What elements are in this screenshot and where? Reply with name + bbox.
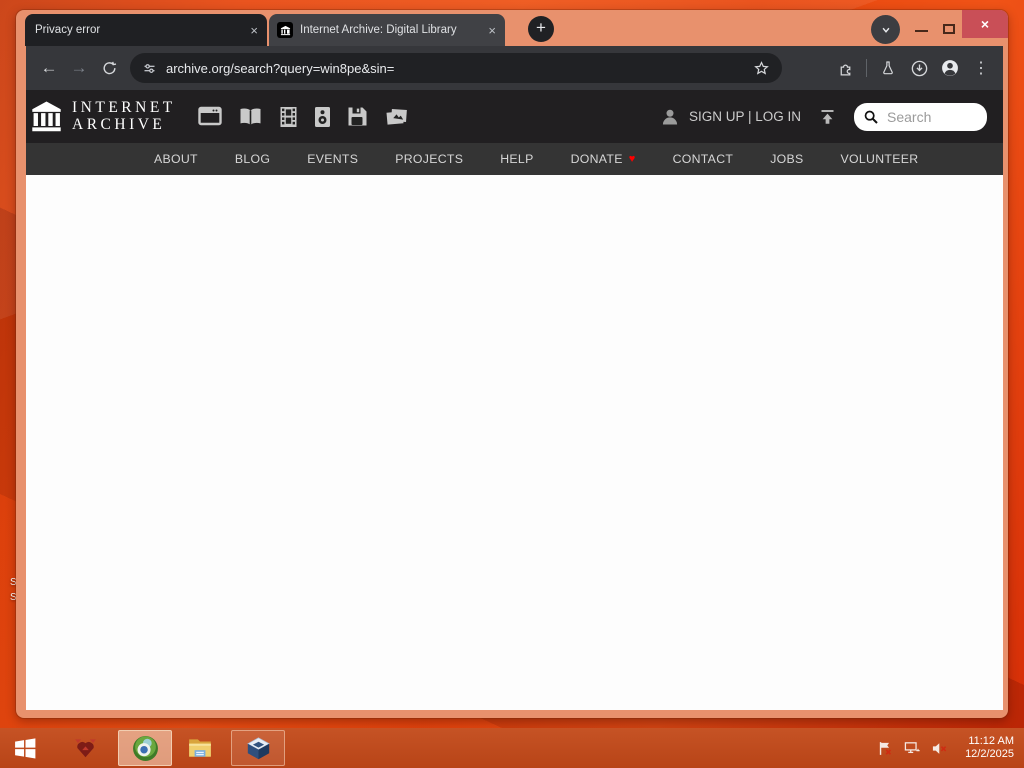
signup-login-link[interactable]: SIGN UP | LOG IN <box>689 109 801 124</box>
nav-help[interactable]: HELP <box>500 152 533 166</box>
tab-close-icon[interactable]: × <box>241 23 267 38</box>
download-icon <box>911 60 927 76</box>
reload-button[interactable] <box>94 53 124 83</box>
tab-strip: Privacy error × Internet Archive: Digita… <box>16 10 1008 46</box>
desktop-wallpaper: S S Privacy error × Internet Archive: Di… <box>0 0 1024 768</box>
nav-volunteer[interactable]: VOLUNTEER <box>841 152 919 166</box>
extensions-button[interactable] <box>831 54 859 82</box>
new-tab-button[interactable]: + <box>528 16 554 42</box>
clock-date: 12/2/2025 <box>965 748 1014 760</box>
heart-arrows-app-icon <box>74 739 96 758</box>
forward-button[interactable]: → <box>64 53 94 83</box>
network-icon[interactable] <box>903 740 922 757</box>
ia-media-types <box>198 106 409 128</box>
virtualbox-icon <box>246 736 270 759</box>
flask-icon <box>883 61 893 75</box>
address-bar[interactable]: archive.org/search?query=win8pe&sin= <box>130 53 782 83</box>
windows-logo-icon <box>14 737 35 758</box>
taskbar-virtualbox-button[interactable] <box>231 730 285 766</box>
reload-icon <box>102 61 116 74</box>
window-close-button[interactable]: × <box>962 10 1008 38</box>
nav-blog[interactable]: BLOG <box>235 152 270 166</box>
tab-internet-archive[interactable]: Internet Archive: Digital Library × <box>269 14 505 46</box>
taskbar-app-heart-arrows[interactable] <box>58 730 112 766</box>
nav-events[interactable]: EVENTS <box>307 152 358 166</box>
tab-privacy-error[interactable]: Privacy error × <box>25 14 267 46</box>
search-icon <box>864 110 878 124</box>
chrome-icon <box>132 735 158 761</box>
ia-logo[interactable]: INTERNET ARCHIVE <box>31 99 176 134</box>
tab-title: Internet Archive: Digital Library <box>300 24 457 36</box>
webpage-archive-org: INTERNET ARCHIVE SIGN UP | LOG IN Search… <box>26 90 1003 710</box>
ia-header: INTERNET ARCHIVE SIGN UP | LOG IN Search <box>26 90 1003 143</box>
toolbar-divider <box>866 59 867 77</box>
page-content-blank <box>26 175 1003 710</box>
ia-logo-text: INTERNET ARCHIVE <box>72 99 176 133</box>
folder-icon <box>189 739 211 757</box>
nav-donate[interactable]: DONATE ♥ <box>571 152 636 166</box>
profile-button[interactable] <box>936 54 964 82</box>
internet-archive-favicon-icon <box>277 22 293 38</box>
puzzle-icon <box>840 63 850 76</box>
avatar-icon <box>942 60 958 76</box>
taskbar-clock[interactable]: 11:12 AM 12/2/2025 <box>965 735 1014 761</box>
start-button[interactable] <box>0 728 50 768</box>
tab-search-button[interactable] <box>871 15 900 44</box>
nav-contact[interactable]: CONTACT <box>673 152 734 166</box>
bookmark-star-icon[interactable] <box>753 60 770 77</box>
nav-about[interactable]: ABOUT <box>154 152 198 166</box>
labs-button[interactable] <box>874 54 902 82</box>
url-text[interactable]: archive.org/search?query=win8pe&sin= <box>166 61 744 76</box>
chevron-down-icon <box>882 27 889 33</box>
tab-title: Privacy error <box>35 24 101 36</box>
audio-icon[interactable] <box>314 106 331 128</box>
heart-icon: ♥ <box>628 153 636 165</box>
ia-search-box[interactable] <box>854 102 987 131</box>
maximize-button[interactable] <box>943 24 955 34</box>
site-settings-icon[interactable] <box>142 61 157 76</box>
web-icon[interactable] <box>198 106 222 127</box>
nav-donate-label: DONATE <box>570 152 623 166</box>
volume-muted-icon[interactable] <box>931 740 949 757</box>
ia-temple-logo-icon <box>32 101 61 131</box>
software-icon[interactable] <box>347 106 368 127</box>
back-button[interactable]: ← <box>34 53 64 83</box>
nav-projects[interactable]: PROJECTS <box>395 152 463 166</box>
system-tray: 11:12 AM 12/2/2025 <box>877 735 1014 761</box>
action-center-flag-icon[interactable] <box>877 740 894 757</box>
images-icon[interactable] <box>384 106 409 127</box>
tab-close-icon[interactable]: × <box>479 23 505 38</box>
minimize-button[interactable] <box>915 30 928 32</box>
texts-icon[interactable] <box>238 106 263 127</box>
taskbar-chrome-button[interactable] <box>118 730 172 766</box>
search-input[interactable] <box>885 107 973 126</box>
taskbar: 11:12 AM 12/2/2025 <box>0 728 1024 768</box>
person-icon <box>662 109 678 124</box>
ia-navbar: ABOUT BLOG EVENTS PROJECTS HELP DONATE ♥… <box>26 143 1003 175</box>
browser-window: Privacy error × Internet Archive: Digita… <box>16 10 1008 718</box>
video-icon[interactable] <box>279 106 298 128</box>
clock-time: 11:12 AM <box>968 735 1014 747</box>
nav-jobs[interactable]: JOBS <box>770 152 803 166</box>
downloads-button[interactable] <box>905 54 933 82</box>
upload-icon[interactable] <box>818 108 837 126</box>
browser-toolbar: ← → archive.org/search?query=win8pe&sin= <box>26 46 1003 90</box>
menu-button[interactable]: ⋮ <box>967 54 995 82</box>
taskbar-file-explorer-button[interactable] <box>178 730 222 766</box>
